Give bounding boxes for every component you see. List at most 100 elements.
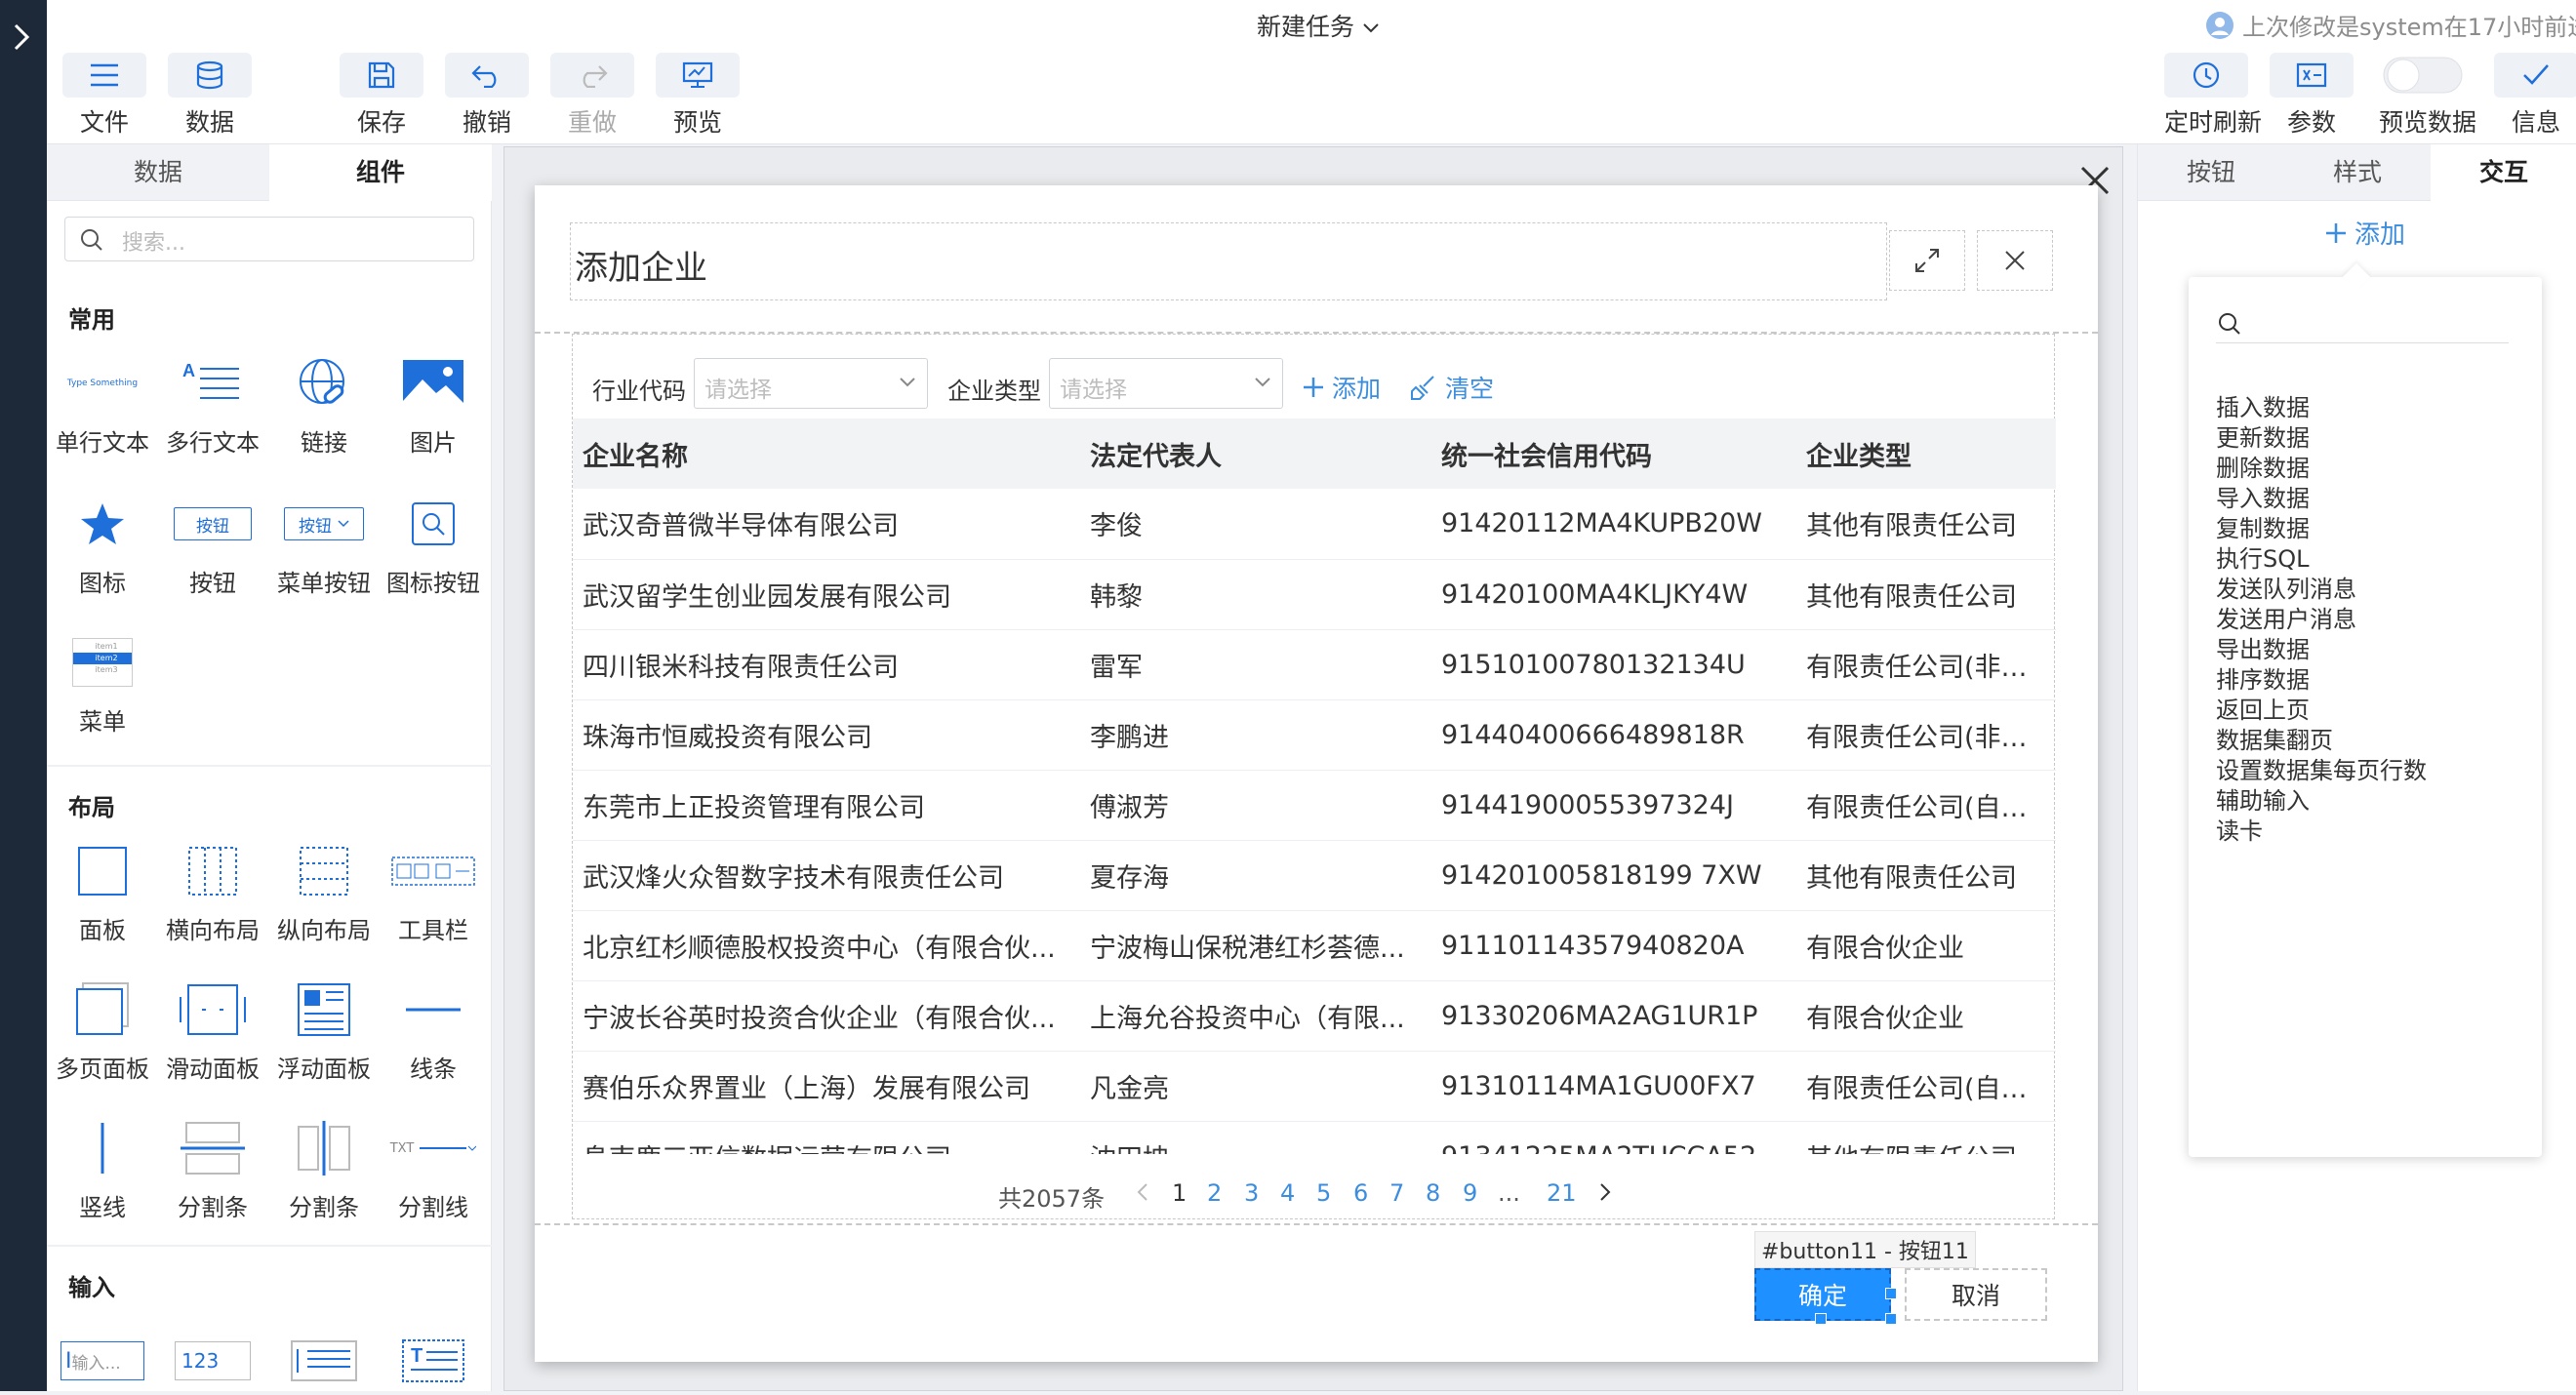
action-menu-item[interactable]: 导入数据 [2216,479,2310,513]
table-row[interactable]: 阜南鹿三亚信数据运营有限公司沈田坤91341225MA2TUCCA52其他有限责… [573,1121,2056,1154]
component-search-input[interactable]: 搜索... [64,217,474,261]
action-menu-item[interactable]: 插入数据 [2216,388,2310,422]
page-item[interactable]: 3 [1244,1179,1259,1207]
component-button[interactable]: 按钮 按钮 [158,490,267,598]
resize-handle[interactable] [1885,1288,1897,1299]
action-menu-item[interactable]: 设置数据集每页行数 [2216,751,2427,785]
action-menu-item[interactable]: 复制数据 [2216,509,2310,543]
table-row[interactable]: 东莞市上正投资管理有限公司 傅淑芳 91441900055397324J 有限责任公司… [573,770,2056,841]
table-row[interactable]: 武汉烽火众智数字技术有限责任公司 夏存海 914201005818199 7XW 其他… [573,840,2056,911]
chevron-right-icon[interactable] [8,18,35,57]
info-button[interactable]: 信息 [2494,53,2576,137]
component-image[interactable]: 图片 [379,349,488,458]
component-link[interactable]: 链接 [269,349,379,458]
action-menu-item[interactable]: 发送用户消息 [2216,600,2356,634]
action-menu-item[interactable]: 更新数据 [2216,418,2310,453]
column-header[interactable]: 法定代表人 [1080,418,1431,489]
column-header[interactable]: 企业类型 [1796,418,2056,489]
page-item[interactable]: 2 [1207,1179,1222,1207]
component-line[interactable]: 线条 [379,976,488,1084]
preview-data-toggle[interactable]: 预览数据 [2379,53,2476,137]
action-menu-item[interactable]: 读卡 [2216,812,2263,846]
next-page-button[interactable] [1597,1181,1613,1209]
component-divider[interactable]: TXT 分割线 [379,1114,488,1222]
action-menu-item[interactable]: 数据集翻页 [2216,721,2333,755]
table-cell: 有限责任公司(自然人 [1796,1051,2056,1122]
preview-button[interactable]: 预览 [656,53,740,137]
component-multi-text[interactable]: A 多行文本 [158,349,267,458]
component-toolbar[interactable]: 工具栏 [379,837,488,945]
table-row[interactable]: 宁波长谷英时投资合伙企业（有限合伙... 上海允谷投资中心（有限... 913302… [573,980,2056,1052]
tab-interaction[interactable]: 交互 [2431,144,2576,201]
component-panel-item[interactable]: 面板 [48,837,157,945]
component-horizontal-layout[interactable]: 横向布局 [158,837,267,945]
resize-handle[interactable] [1815,1313,1827,1325]
tab-style[interactable]: 样式 [2284,144,2431,201]
action-search-input[interactable] [2216,310,2509,343]
action-menu-item[interactable]: 导出数据 [2216,630,2310,664]
cancel-button[interactable]: 取消 [1905,1268,2047,1321]
table-cell: 武汉烽火众智数字技术有限责任公司 [573,840,1080,911]
file-button[interactable]: 文件 [62,53,146,137]
table-row[interactable]: 珠海市恒威投资有限公司 李鹏进 91440400666489818R 有限责任公司(非… [573,699,2056,771]
component-icon[interactable]: 图标 [48,490,157,598]
component-float-panel[interactable]: 浮动面板 [269,976,379,1084]
action-menu-item[interactable]: 辅助输入 [2216,781,2310,816]
page-item[interactable]: 1 [1172,1179,1187,1207]
action-menu-item[interactable]: 返回上页 [2216,691,2310,725]
table-row[interactable]: 赛伯乐众界置业（上海）发展有限公司 凡金亮 91310114MA1GU00FX7 有限… [573,1051,2056,1122]
task-title-dropdown[interactable]: 新建任务 [1257,8,1380,43]
component-number-input[interactable]: 123 [158,1327,267,1395]
resize-handle[interactable] [1885,1313,1897,1325]
component-splitter-h[interactable]: 分割条 [158,1114,267,1222]
dialog-close-button[interactable] [1977,230,2053,291]
number-input-icon: 123 [175,1341,251,1380]
table-row[interactable]: 四川银米科技有限责任公司 雷军 91510100780132134U 有限责任公司(非… [573,629,2056,700]
menu-icon-item: item3 [95,665,118,674]
undo-button[interactable]: 撤销 [445,53,529,137]
component-menu-button[interactable]: 按钮 菜单按钮 [269,490,379,598]
tab-components[interactable]: 组件 [269,144,492,201]
cancel-label: 取消 [1951,1282,2000,1310]
component-rich-text[interactable]: T [379,1327,488,1395]
component-slide-panel[interactable]: 滑动面板 [158,976,267,1084]
add-interaction-button[interactable]: 添加 [2323,215,2405,251]
component-icon-button[interactable]: 图标按钮 [379,490,488,598]
action-menu-item[interactable]: 排序数据 [2216,660,2310,695]
table-row[interactable]: 武汉奇普微半导体有限公司 李俊 91420112MA4KUPB20W 其他有限责任公司 [573,489,2056,560]
save-button[interactable]: 保存 [340,53,423,137]
data-button[interactable]: 数据 [168,53,252,137]
component-splitter-v[interactable]: 分割条 [269,1114,379,1222]
table-row[interactable]: 北京红杉顺德股权投资中心（有限合伙... 宁波梅山保税港红杉荟德... 911101… [573,910,2056,981]
action-menu-item[interactable]: 删除数据 [2216,449,2310,483]
expand-icon [1915,249,1939,272]
redo-button[interactable]: 重做 [550,53,634,137]
action-menu-item[interactable]: 执行SQL [2216,539,2310,574]
tab-button[interactable]: 按钮 [2138,144,2284,201]
action-menu-item[interactable]: 发送队列消息 [2216,570,2356,604]
component-textarea[interactable] [269,1327,379,1395]
component-input[interactable]: I 输入... [48,1327,157,1395]
page-item[interactable]: 9 [1463,1179,1477,1207]
page-item[interactable]: 5 [1316,1179,1331,1207]
float-panel-icon [298,983,350,1036]
maximize-button[interactable] [1889,230,1965,291]
column-header[interactable]: 企业名称 [573,418,1080,489]
page-item-last[interactable]: 21 [1547,1179,1577,1207]
table-row[interactable]: 武汉留学生创业园发展有限公司 韩黎 91420100MA4KLJKY4W 其他有限责任… [573,559,2056,630]
prev-page-button[interactable] [1135,1181,1150,1209]
component-vertical-layout[interactable]: 纵向布局 [269,837,379,945]
component-single-text[interactable]: Type Something 单行文本 [48,349,157,458]
component-panel: 数据 组件 搜索... 常用 Type Something 单行文本 A 多行文… [47,144,492,1391]
timed-refresh-button[interactable]: 定时刷新 [2164,53,2262,137]
column-header[interactable]: 统一社会信用代码 [1431,418,1796,489]
page-item[interactable]: 6 [1353,1179,1368,1207]
component-menu[interactable]: item1 item2 item3 菜单 [48,628,157,737]
params-button[interactable]: 参数 [2270,53,2354,137]
page-item[interactable]: 4 [1280,1179,1295,1207]
tab-data[interactable]: 数据 [47,144,269,201]
page-item[interactable]: 8 [1426,1179,1440,1207]
component-multi-page-panel[interactable]: 多页面板 [48,976,157,1084]
page-item[interactable]: 7 [1389,1179,1404,1207]
component-vertical-line[interactable]: 竖线 [48,1114,157,1222]
